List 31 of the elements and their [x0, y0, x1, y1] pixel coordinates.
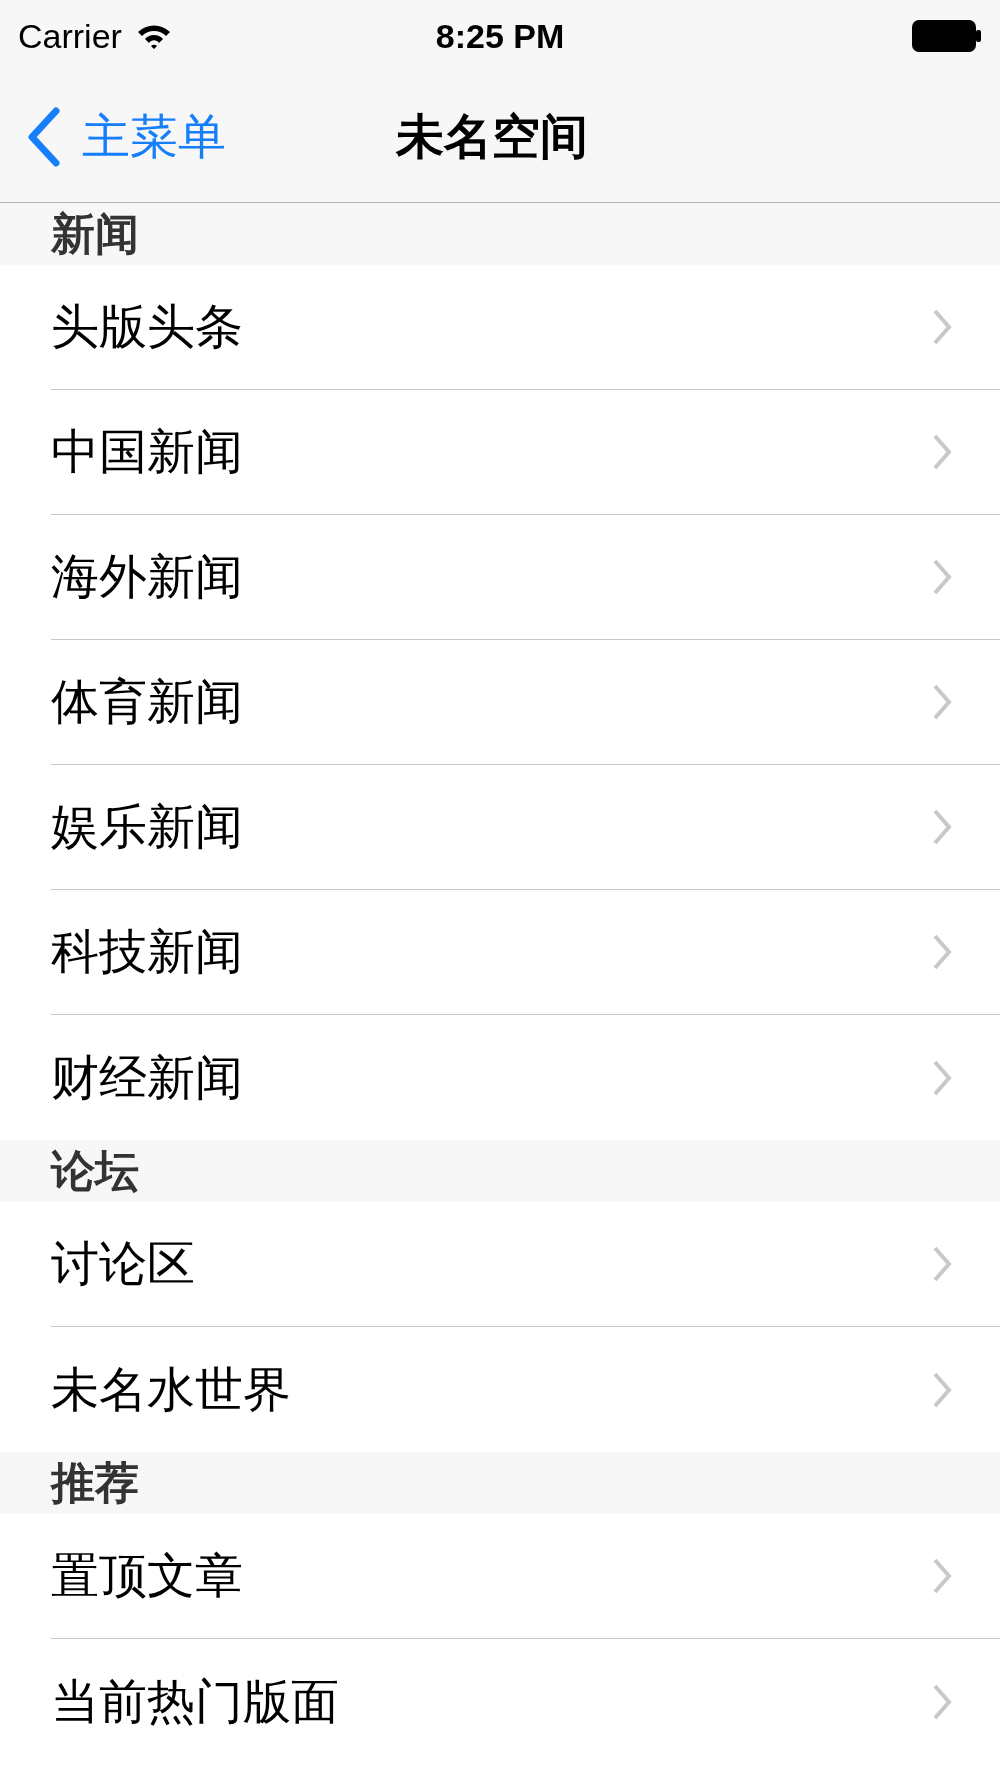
back-button[interactable]: 主菜单 [0, 101, 226, 173]
section-header: 推荐 [0, 1452, 1000, 1514]
row-label: 体育新闻 [51, 674, 243, 730]
row-label: 财经新闻 [51, 1049, 243, 1106]
row-label: 讨论区 [51, 1236, 195, 1292]
clock-label: 8:25 PM [435, 15, 565, 57]
row-label: 娱乐新闻 [51, 799, 243, 855]
row-label: 头版头条 [51, 299, 243, 355]
back-chevron-icon [26, 107, 62, 167]
row-label: 海外新闻 [51, 549, 243, 605]
section-header: 新闻 [0, 203, 1000, 265]
row-label: 未名水世界 [51, 1361, 291, 1418]
chevron-icon [932, 683, 952, 721]
row-label: 科技新闻 [51, 924, 243, 980]
chevron-icon [932, 808, 952, 846]
section-header: 论坛 [0, 1140, 1000, 1202]
chevron-icon [932, 1682, 952, 1721]
nav-title: 未名空间 [396, 109, 588, 165]
carrier-label: Carrier [18, 15, 122, 57]
chevron-icon [932, 1245, 952, 1283]
row-label: 当前热门版面 [51, 1673, 339, 1730]
battery-icon [912, 20, 982, 52]
row-label: 置顶文章 [51, 1548, 243, 1604]
chevron-icon [932, 1557, 952, 1595]
row-label: 中国新闻 [51, 424, 243, 480]
chevron-icon [932, 1370, 952, 1409]
chevron-icon [932, 558, 952, 596]
chevron-icon [932, 433, 952, 471]
chevron-icon [932, 933, 952, 971]
chevron-icon [932, 1058, 952, 1097]
chevron-icon [932, 308, 952, 346]
